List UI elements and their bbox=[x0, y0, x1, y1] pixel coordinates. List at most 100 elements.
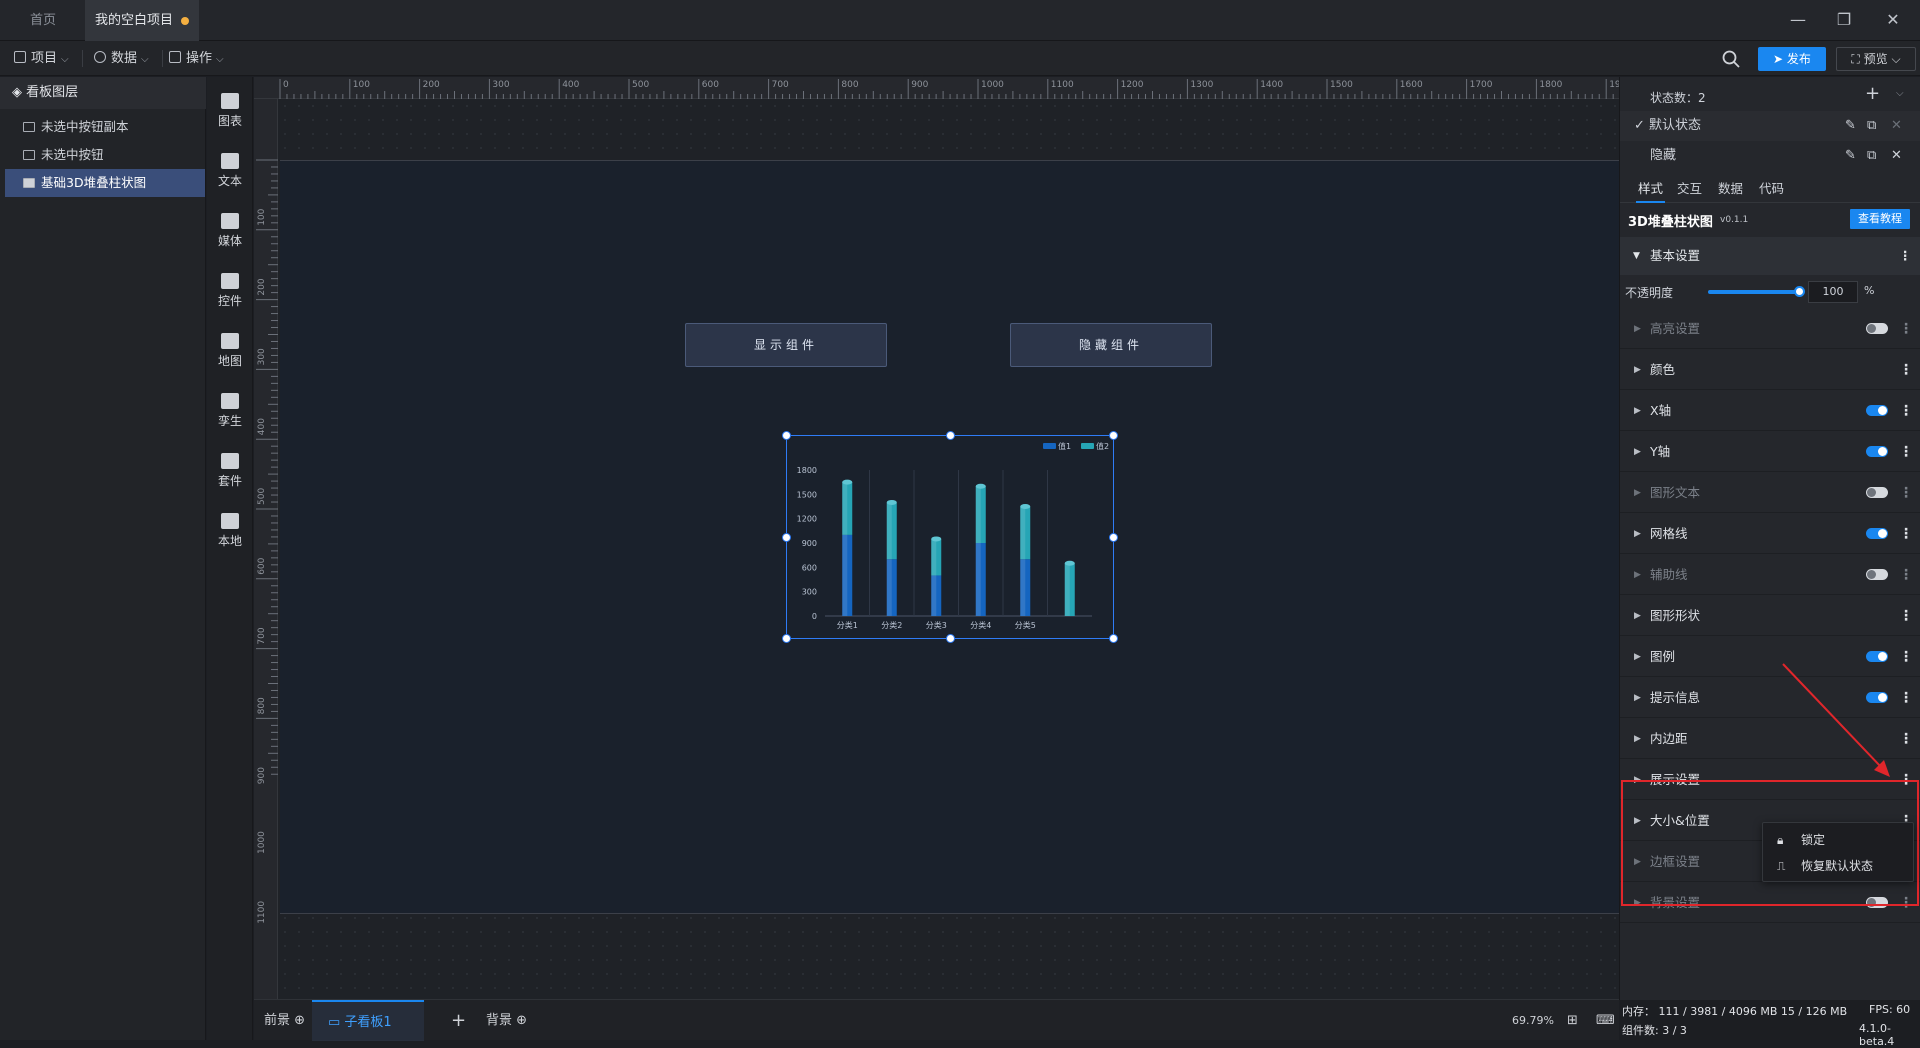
section-row[interactable]: ▶ 高亮设置 ⋮ bbox=[1620, 309, 1920, 349]
section-basic[interactable]: ▼ 基本设置 ⋮ bbox=[1620, 237, 1920, 275]
resize-handle[interactable] bbox=[946, 431, 955, 440]
section-toggle[interactable] bbox=[1866, 487, 1888, 498]
section-toggle[interactable] bbox=[1866, 446, 1888, 457]
tab-sub-board[interactable]: ▭ 子看板1 bbox=[312, 1000, 424, 1041]
kebab-icon[interactable]: ⋮ bbox=[1899, 555, 1913, 595]
section-row[interactable]: ▶ 图形形状 ⋮ bbox=[1620, 596, 1920, 636]
resize-handle[interactable] bbox=[946, 634, 955, 643]
layer-item[interactable]: 未选中按钮副本 bbox=[5, 113, 205, 141]
bar-face bbox=[1064, 563, 1070, 616]
menu-project[interactable]: 项目 ⌵ bbox=[8, 46, 69, 71]
menu-ops[interactable]: 操作 ⌵ bbox=[163, 46, 224, 71]
chevron-down-icon: ⌵ bbox=[61, 54, 69, 65]
resize-handle[interactable] bbox=[1109, 533, 1118, 542]
comp-map[interactable]: 地图 bbox=[207, 325, 253, 385]
zoom-level[interactable]: 69.79% bbox=[1512, 1000, 1554, 1041]
comp-kit[interactable]: 套件 bbox=[207, 445, 253, 505]
resize-handle[interactable] bbox=[1109, 634, 1118, 643]
comp-twin[interactable]: 孪生 bbox=[207, 385, 253, 445]
section-toggle[interactable] bbox=[1866, 569, 1888, 580]
kebab-icon[interactable]: ⋮ bbox=[1899, 514, 1913, 554]
section-row[interactable]: ▶ X轴 ⋮ bbox=[1620, 391, 1920, 431]
copy-icon[interactable]: ⧉ bbox=[1867, 111, 1876, 141]
ruler-label: 1000 bbox=[981, 80, 1004, 90]
opacity-slider[interactable] bbox=[1708, 290, 1798, 294]
menu-item-restore[interactable]: ⎍ 恢复默认状态 bbox=[1763, 853, 1915, 880]
toggle-knob bbox=[1878, 406, 1887, 415]
resize-handle[interactable] bbox=[1109, 431, 1118, 440]
section-row[interactable]: ▶ 图形文本 ⋮ bbox=[1620, 473, 1920, 513]
kebab-icon[interactable]: ⋮ bbox=[1899, 350, 1913, 390]
component-count: 组件数: 3 / 3 bbox=[1622, 1024, 1687, 1037]
state-item[interactable]: ✓ 默认状态 ✎ ⧉ ✕ bbox=[1620, 111, 1920, 141]
menu-data[interactable]: 数据 ⌵ bbox=[88, 46, 149, 71]
section-label: 基本设置 bbox=[1650, 248, 1701, 263]
tab-interaction[interactable]: 交互 bbox=[1677, 177, 1702, 203]
add-state-icon[interactable]: + bbox=[1865, 83, 1880, 104]
section-toggle[interactable] bbox=[1866, 323, 1888, 334]
chart-component[interactable]: 0 300 600 900 1200 1500 1800 分类1 分类2 分类3 分类4 分类5 值1 值… bbox=[782, 431, 1118, 643]
close-icon[interactable]: ✕ bbox=[1879, 8, 1907, 32]
resize-handle[interactable] bbox=[782, 431, 791, 440]
tab-front[interactable]: 前景 ⊕ bbox=[264, 1000, 305, 1041]
kebab-icon[interactable]: ⋮ bbox=[1899, 237, 1912, 275]
search-icon[interactable] bbox=[1722, 50, 1740, 68]
tab-project[interactable]: 我的空白项目 bbox=[85, 0, 199, 41]
slider-thumb[interactable] bbox=[1794, 286, 1805, 297]
section-row[interactable]: ▶ Y轴 ⋮ bbox=[1620, 432, 1920, 472]
opacity-input[interactable]: 100 bbox=[1808, 281, 1858, 303]
minimize-icon[interactable]: — bbox=[1784, 8, 1812, 32]
section-toggle[interactable] bbox=[1866, 528, 1888, 539]
toggle-knob bbox=[1867, 488, 1876, 497]
layer-item[interactable]: 未选中按钮 bbox=[5, 141, 205, 169]
section-row[interactable]: ▶ 颜色 ⋮ bbox=[1620, 350, 1920, 390]
ruler-label: 1500 bbox=[1330, 80, 1353, 90]
edit-icon[interactable]: ✎ bbox=[1845, 141, 1856, 171]
section-toggle[interactable] bbox=[1866, 405, 1888, 416]
legend-swatch bbox=[1081, 443, 1094, 449]
resize-handle[interactable] bbox=[782, 634, 791, 643]
add-circle-icon[interactable]: ⊕ bbox=[290, 1013, 305, 1028]
bar-face bbox=[975, 543, 981, 616]
keyboard-icon[interactable]: ⌨ bbox=[1596, 1000, 1615, 1041]
state-item[interactable]: 隐藏 ✎ ⧉ ✕ bbox=[1620, 141, 1920, 171]
toolbar: 项目 ⌵ 数据 ⌵ 操作 ⌵ bbox=[0, 41, 1920, 76]
ruler-label: 1100 bbox=[1051, 80, 1074, 90]
menu-item-lock[interactable]: 🔒︎ 锁定 bbox=[1763, 827, 1915, 854]
copy-icon[interactable]: ⧉ bbox=[1867, 141, 1876, 171]
section-row[interactable]: ▶ 网格线 ⋮ bbox=[1620, 514, 1920, 554]
fit-screen-icon[interactable]: ⊞ bbox=[1567, 1000, 1578, 1041]
tab-home[interactable]: 首页 bbox=[20, 0, 85, 41]
chevron-down-icon[interactable]: ⌵ bbox=[1896, 88, 1904, 99]
hide-component-button[interactable]: 隐藏组件 bbox=[1010, 323, 1212, 367]
add-circle-icon[interactable]: ⊕ bbox=[512, 1013, 527, 1028]
layer-label: 基础3D堆叠柱状图 bbox=[41, 175, 147, 190]
add-board-icon[interactable]: + bbox=[451, 1000, 466, 1041]
comp-media[interactable]: 媒体 bbox=[207, 205, 253, 265]
edit-icon[interactable]: ✎ bbox=[1845, 111, 1856, 141]
kebab-icon[interactable]: ⋮ bbox=[1899, 473, 1913, 513]
delete-icon[interactable]: ✕ bbox=[1891, 141, 1902, 171]
preview-button[interactable]: ⛶ 预览 ⌵ bbox=[1836, 47, 1916, 71]
publish-button[interactable]: ➤ 发布 bbox=[1758, 47, 1826, 71]
restore-icon[interactable]: ❐ bbox=[1830, 8, 1858, 32]
tab-code[interactable]: 代码 bbox=[1759, 177, 1784, 203]
section-row[interactable]: ▶ 辅助线 ⋮ bbox=[1620, 555, 1920, 595]
comp-local[interactable]: 本地 bbox=[207, 505, 253, 565]
kebab-icon[interactable]: ⋮ bbox=[1899, 432, 1913, 472]
kebab-icon[interactable]: ⋮ bbox=[1899, 309, 1913, 349]
delete-icon[interactable]: ✕ bbox=[1891, 111, 1902, 141]
tab-style[interactable]: 样式 bbox=[1636, 177, 1666, 203]
comp-control[interactable]: 控件 bbox=[207, 265, 253, 325]
tab-background[interactable]: 背景 ⊕ bbox=[486, 1000, 527, 1041]
kebab-icon[interactable]: ⋮ bbox=[1899, 391, 1913, 431]
show-component-button[interactable]: 显示组件 bbox=[685, 323, 887, 367]
tutorial-button[interactable]: 查看教程 bbox=[1850, 209, 1910, 229]
resize-handle[interactable] bbox=[782, 533, 791, 542]
caret-right-icon: ▶ bbox=[1634, 406, 1641, 416]
comp-chart[interactable]: 图表 bbox=[207, 85, 253, 145]
kebab-icon[interactable]: ⋮ bbox=[1899, 596, 1913, 636]
comp-text[interactable]: 文本 bbox=[207, 145, 253, 205]
tab-data[interactable]: 数据 bbox=[1718, 177, 1743, 203]
layer-item-selected[interactable]: 基础3D堆叠柱状图 bbox=[5, 169, 205, 197]
